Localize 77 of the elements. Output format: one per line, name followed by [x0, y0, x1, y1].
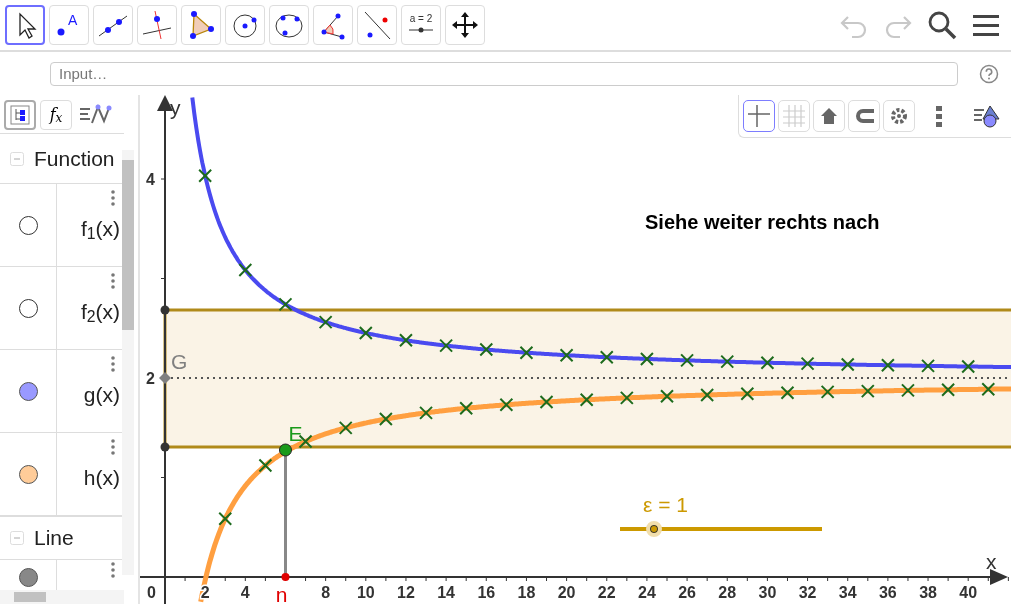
point-label: E — [288, 422, 303, 445]
angle-tool-button[interactable] — [313, 5, 353, 45]
horizontal-scrollbar[interactable] — [0, 590, 124, 604]
point[interactable] — [281, 573, 290, 581]
note-text: Siehe weiter rechts nach — [645, 211, 880, 233]
tick-label: 18 — [517, 584, 536, 601]
tick-label: 32 — [798, 584, 817, 601]
tick-label: 40 — [959, 584, 978, 601]
more-icon[interactable] — [111, 356, 115, 372]
perpendicular-tool-button[interactable] — [137, 5, 177, 45]
more-icon[interactable] — [111, 273, 115, 289]
scrollbar[interactable] — [122, 150, 134, 575]
home-button[interactable] — [813, 100, 845, 132]
tree-view-icon — [10, 105, 30, 125]
slider-handle[interactable] — [646, 521, 663, 537]
circle-tool-button[interactable] — [225, 5, 265, 45]
tick-label: 30 — [758, 584, 777, 601]
help-icon[interactable] — [979, 63, 999, 84]
point[interactable] — [160, 442, 170, 452]
point[interactable] — [160, 305, 170, 315]
tick-label: 10 — [356, 584, 375, 601]
grid-icon — [780, 102, 808, 130]
tick-label: 4 — [146, 171, 155, 188]
tick-label: 16 — [477, 584, 496, 601]
line-tool-button[interactable] — [93, 5, 133, 45]
more-icon[interactable] — [111, 562, 115, 578]
tick-label: 26 — [678, 584, 696, 601]
visibility-toggle[interactable] — [18, 568, 38, 587]
tick-label: 24 — [638, 584, 656, 601]
point-label: n — [275, 583, 288, 604]
function-label: f$_{2}$(x) — [80, 298, 120, 327]
more-icon — [936, 105, 942, 127]
tick-label: 20 — [557, 584, 576, 601]
more-icon[interactable] — [111, 439, 115, 455]
tick-label: 34 — [838, 584, 857, 601]
tick-label: 22 — [597, 584, 616, 601]
axis-label: y — [170, 96, 181, 119]
axes-icon — [745, 102, 773, 130]
tick-label: 14 — [437, 584, 455, 601]
tick-label: 36 — [879, 584, 897, 601]
function-label: f$_{1}$(x) — [80, 215, 120, 244]
axis-label: x — [986, 550, 997, 573]
tick-label: 4 — [240, 584, 250, 601]
visibility-toggle[interactable] — [18, 298, 38, 318]
reflect-tool-button[interactable] — [357, 5, 397, 45]
magnet-button[interactable] — [848, 100, 880, 132]
polygon-tool-button[interactable] — [181, 5, 221, 45]
search-icon — [926, 9, 958, 41]
group-title: Line — [34, 525, 74, 552]
axes-button[interactable] — [743, 100, 775, 132]
tick-label: 2 — [200, 584, 210, 601]
tick-label: 0 — [147, 584, 156, 601]
tick-label: 28 — [718, 584, 737, 601]
conic-tool-button[interactable] — [269, 5, 309, 45]
input-field[interactable]: Input… — [50, 61, 958, 86]
tree-tab[interactable] — [4, 100, 36, 130]
settings-button[interactable] — [883, 100, 915, 132]
more-icon[interactable] — [111, 190, 115, 206]
graphics-view[interactable]: y x 0 2 4 8 10 12 14 16 18 20 22 24 26 28 30 32 34 36 38 40 4 2 G E n Siehe weiter rechts nach ε = 1 — [140, 95, 1011, 604]
point[interactable] — [279, 443, 292, 457]
tick-label: 2 — [146, 370, 155, 387]
tick-label: 12 — [397, 584, 415, 601]
tick-label: 8 — [321, 584, 331, 601]
visibility-toggle[interactable] — [18, 215, 38, 235]
group-title: Function — [34, 145, 115, 172]
perpendicular-line-icon — [140, 8, 174, 42]
move-view-tool-button[interactable] — [445, 5, 485, 45]
slider-label: ε = 1 — [643, 493, 688, 516]
point[interactable] — [159, 372, 171, 384]
visibility-toggle[interactable] — [18, 464, 38, 484]
move-tool-button[interactable] — [5, 5, 45, 45]
function-label: h(x) — [83, 464, 120, 491]
tick-label: 38 — [919, 584, 937, 601]
formula-tab[interactable]: f$_{x}$ — [40, 100, 72, 130]
point-label: G — [171, 350, 188, 373]
function-label: g(x) — [83, 381, 120, 408]
visibility-toggle[interactable] — [18, 381, 38, 401]
